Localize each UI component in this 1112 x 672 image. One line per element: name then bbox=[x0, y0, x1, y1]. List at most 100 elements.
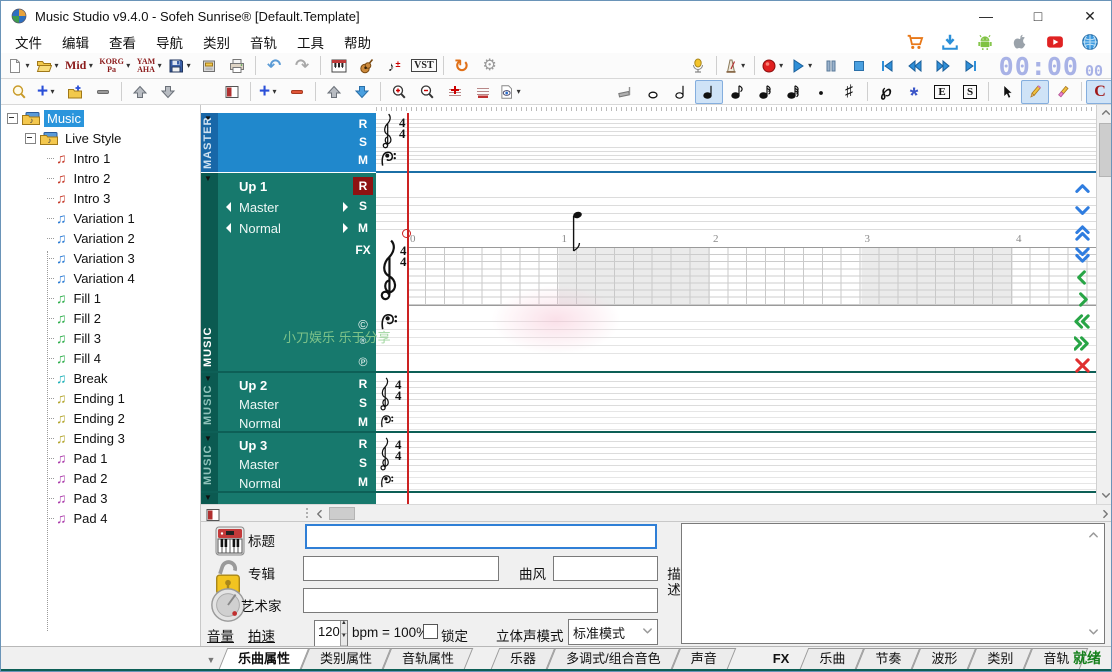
track-mode[interactable]: Normal bbox=[239, 476, 281, 491]
up-1-r-button[interactable]: R bbox=[353, 177, 373, 195]
track-mode[interactable]: Normal bbox=[239, 416, 281, 431]
menu-item-help[interactable]: 帮助 bbox=[334, 30, 381, 54]
dot-button[interactable] bbox=[807, 80, 835, 104]
tree-item-variation-2[interactable]: ♫ Variation 2 bbox=[1, 228, 200, 248]
dropdown-arrow-icon[interactable]: ▾ bbox=[23, 61, 32, 70]
volume-link[interactable]: 音量 bbox=[207, 625, 234, 645]
dropdown-arrow-icon[interactable]: ▾ bbox=[184, 61, 193, 70]
dropdown-arrow-icon[interactable]: ▾ bbox=[48, 87, 57, 96]
tab-sound[interactable]: 声音 bbox=[676, 648, 732, 669]
globe-icon[interactable] bbox=[1081, 33, 1099, 51]
track-source[interactable]: Master bbox=[239, 457, 279, 472]
menu-item-view[interactable]: 查看 bbox=[99, 30, 146, 54]
up-1-fx-button[interactable]: FX bbox=[353, 243, 373, 257]
master-s-button[interactable]: S bbox=[353, 135, 373, 149]
dropdown-arrow-icon[interactable]: ▾ bbox=[739, 61, 748, 70]
view-options-button[interactable]: ▾ bbox=[497, 80, 525, 104]
nudge-right-button[interactable] bbox=[1071, 289, 1093, 309]
panel-toggle-icon[interactable] bbox=[205, 507, 221, 521]
up-3-s-button[interactable]: S bbox=[353, 456, 373, 470]
note-sixteenth-button[interactable] bbox=[751, 80, 779, 104]
delete-notes-button[interactable] bbox=[1071, 355, 1093, 375]
track-header-master[interactable]: ▼ MASTER RSM bbox=[201, 113, 376, 172]
tree-item-ending-2[interactable]: ♫ Ending 2 bbox=[1, 408, 200, 428]
tree-item-pad-4[interactable]: ♫ Pad 4 bbox=[1, 508, 200, 528]
youtube-icon[interactable] bbox=[1046, 33, 1064, 51]
tab-instrument[interactable]: 乐器 bbox=[495, 648, 551, 669]
move-down-button[interactable] bbox=[154, 80, 182, 104]
zoom-out-button[interactable] bbox=[413, 80, 441, 104]
tree-item-intro-3[interactable]: ♫ Intro 3 bbox=[1, 188, 200, 208]
remove-staff-button[interactable] bbox=[469, 80, 497, 104]
fast-forward-button[interactable] bbox=[929, 54, 957, 78]
menu-item-edit[interactable]: 编辑 bbox=[52, 30, 99, 54]
tuplet-button[interactable]: * bbox=[900, 80, 928, 104]
collapse-box-icon[interactable] bbox=[25, 133, 36, 144]
record-button[interactable]: ▾ bbox=[759, 54, 788, 78]
select-tool-button[interactable] bbox=[993, 80, 1021, 104]
tree-item-variation-3[interactable]: ♫ Variation 3 bbox=[1, 248, 200, 268]
album-input[interactable] bbox=[303, 556, 499, 581]
microphone-button[interactable] bbox=[684, 54, 712, 78]
track-header-up-2[interactable]: ▼ MUSIC Up 2 Master NormalRSM bbox=[201, 373, 376, 431]
genre-input[interactable] bbox=[553, 556, 658, 581]
vst-button[interactable]: VST bbox=[409, 54, 438, 78]
step-forward-button[interactable] bbox=[957, 54, 985, 78]
collapse-box-icon[interactable] bbox=[7, 113, 18, 124]
download-icon[interactable] bbox=[941, 33, 959, 51]
export-button[interactable] bbox=[195, 54, 223, 78]
menu-item-tools[interactable]: 工具 bbox=[287, 30, 334, 54]
scroll-left-button[interactable] bbox=[313, 505, 327, 521]
add-staff-button[interactable] bbox=[441, 80, 469, 104]
menu-item-track[interactable]: 音轨 bbox=[240, 30, 287, 54]
tree-item-fill-2[interactable]: ♫ Fill 2 bbox=[1, 308, 200, 328]
dropdown-arrow-icon[interactable]: ▾ bbox=[124, 61, 133, 70]
menu-item-category[interactable]: 类别 bbox=[193, 30, 240, 54]
tree-item-pad-3[interactable]: ♫ Pad 3 bbox=[1, 488, 200, 508]
tree-item-pad-2[interactable]: ♫ Pad 2 bbox=[1, 468, 200, 488]
stop-button[interactable] bbox=[845, 54, 873, 78]
undo-button[interactable]: ↶ bbox=[260, 54, 288, 78]
dropdown-arrow-icon[interactable]: ▾ bbox=[806, 61, 815, 70]
open-button[interactable]: ▾ bbox=[34, 54, 63, 78]
dropdown-arrow-icon[interactable]: ▾ bbox=[155, 61, 164, 70]
save-button[interactable]: ▾ bbox=[166, 54, 195, 78]
tempo-link[interactable]: 拍速 bbox=[248, 625, 275, 645]
scroll-down-button[interactable] bbox=[1097, 488, 1112, 504]
redo-button[interactable]: ↷ bbox=[288, 54, 316, 78]
store-cart-icon[interactable] bbox=[906, 33, 924, 51]
tempo-up-button[interactable]: ▲ bbox=[341, 621, 347, 634]
tempo-down-button[interactable]: ▼ bbox=[341, 634, 347, 647]
tab-song-properties[interactable]: 乐曲属性 bbox=[223, 648, 305, 669]
scrollbar-thumb[interactable] bbox=[1099, 123, 1112, 177]
collapse-arrow-icon[interactable]: ▼ bbox=[204, 175, 212, 183]
menu-item-navigate[interactable]: 导航 bbox=[146, 30, 193, 54]
find-button[interactable] bbox=[5, 80, 33, 104]
track-header-partial[interactable]: ▼ bbox=[201, 493, 376, 504]
prev-mode-arrow[interactable] bbox=[221, 223, 231, 233]
next-mode-arrow[interactable] bbox=[343, 223, 353, 233]
close-button[interactable]: ✕ bbox=[1081, 8, 1099, 25]
play-button[interactable]: ▾ bbox=[788, 54, 817, 78]
import-midi-button[interactable]: Mid▾ bbox=[63, 54, 97, 78]
add-track-button[interactable]: +▾ bbox=[255, 80, 283, 104]
up-3-m-button[interactable]: M bbox=[353, 475, 373, 489]
master-r-button[interactable]: R bbox=[353, 117, 373, 131]
track-mode[interactable]: Normal bbox=[239, 221, 281, 236]
up-1-s-button[interactable]: S bbox=[353, 199, 373, 213]
tab-waveform[interactable]: 波形 bbox=[916, 648, 972, 669]
remove-item-button[interactable] bbox=[89, 80, 117, 104]
lock-checkbox[interactable] bbox=[423, 624, 438, 639]
tree-item-intro-2[interactable]: ♫ Intro 2 bbox=[1, 168, 200, 188]
tab-menu-button[interactable]: ▼ bbox=[203, 651, 219, 669]
shift-right-button[interactable] bbox=[1071, 333, 1093, 353]
note-up-button[interactable] bbox=[1071, 179, 1093, 199]
note-quarter-button[interactable] bbox=[695, 80, 723, 104]
tree-item-variation-1[interactable]: ♫ Variation 1 bbox=[1, 208, 200, 228]
artist-input[interactable] bbox=[303, 588, 658, 613]
note-thirtysecond-button[interactable] bbox=[779, 80, 807, 104]
track-up-button[interactable] bbox=[320, 80, 348, 104]
remove-track-button[interactable] bbox=[283, 80, 311, 104]
menu-item-file[interactable]: 文件 bbox=[5, 30, 52, 54]
playhead-line[interactable] bbox=[407, 113, 409, 504]
